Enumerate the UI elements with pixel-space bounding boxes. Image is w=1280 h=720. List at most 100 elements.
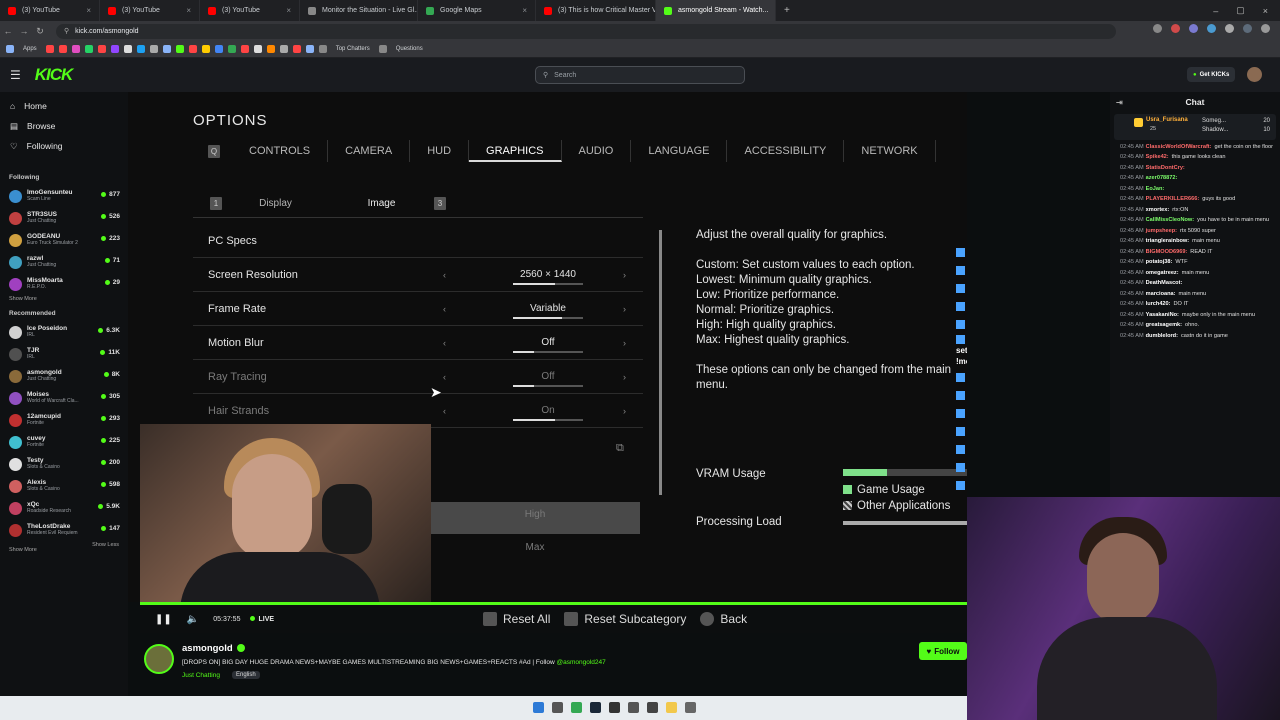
extension-icon[interactable]	[1225, 24, 1234, 33]
folder-icon[interactable]	[666, 702, 677, 713]
chat-username[interactable]: BIGMOOD6969:	[1146, 249, 1188, 255]
nav-following[interactable]: ♡ Following	[0, 136, 128, 156]
chat-username[interactable]: CallMissCleoNow:	[1146, 217, 1195, 223]
bookmark-questions[interactable]: Questions	[396, 46, 423, 52]
chat-username[interactable]: omegatreez:	[1146, 270, 1179, 276]
app-icon[interactable]	[609, 702, 620, 713]
channel-item[interactable]: ImoGensunteu Scam Line 877	[0, 186, 128, 208]
bookmark-icon[interactable]	[110, 45, 119, 53]
collapse-chat-icon[interactable]: ⇥	[1116, 98, 1123, 107]
chat-username[interactable]: trianglerainbow:	[1146, 238, 1190, 244]
url-field[interactable]: ⚲ kick.com/asmongold	[56, 23, 1116, 39]
follow-button[interactable]: ♥ Follow	[919, 642, 967, 660]
chat-username[interactable]: greatsagemk:	[1146, 322, 1182, 328]
chat-username[interactable]: potatoj38:	[1146, 259, 1173, 265]
quality-max[interactable]: Max	[430, 542, 640, 553]
bookmark-icon[interactable]	[214, 45, 223, 53]
channel-item[interactable]: Testy Slots & Casino 200	[0, 454, 128, 476]
arrow-right-icon[interactable]: ›	[623, 270, 626, 280]
subtab-display[interactable]: Display	[222, 198, 329, 209]
kick-logo[interactable]: KICK	[35, 65, 74, 85]
reset-subcategory-button[interactable]: Reset Subcategory	[564, 612, 686, 627]
minimize-icon[interactable]: –	[1213, 6, 1218, 16]
back-button[interactable]: Back	[700, 612, 747, 627]
bookmark-icon[interactable]	[292, 45, 301, 53]
setting-row[interactable]: Screen Resolution ‹ 2560 × 1440 ›	[193, 258, 643, 292]
arrow-left-icon[interactable]: ‹	[443, 338, 446, 348]
forward-icon[interactable]: →	[16, 26, 32, 36]
nav-browse[interactable]: ▤ Browse	[0, 116, 128, 136]
arrow-right-icon[interactable]: ›	[623, 304, 626, 314]
bookmark-apps[interactable]: Apps	[23, 46, 37, 52]
external-link-icon[interactable]: ⧉	[616, 442, 624, 455]
user-avatar[interactable]	[1247, 67, 1262, 82]
apps-icon[interactable]	[6, 45, 14, 53]
nav-home[interactable]: ⌂ Home	[0, 96, 128, 116]
tab-close-icon[interactable]: ×	[86, 6, 91, 15]
app-icon[interactable]	[628, 702, 639, 713]
bookmark-icon[interactable]	[305, 45, 314, 53]
search-icon[interactable]	[552, 702, 563, 713]
chat-username[interactable]: Spike42:	[1146, 154, 1169, 160]
show-more-button[interactable]: Show More	[0, 296, 128, 308]
browser-tab[interactable]: Google Maps ×	[418, 0, 536, 21]
setting-row[interactable]: Frame Rate ‹ Variable ›	[193, 292, 643, 326]
volume-icon[interactable]: 🔈	[187, 614, 199, 625]
setting-row[interactable]: Ray Tracing ‹ Off ›	[193, 360, 643, 394]
chat-username[interactable]: ClassicWorldOfWarcraft:	[1146, 144, 1212, 150]
game-tab-graphics[interactable]: GRAPHICS	[469, 140, 562, 162]
browser-tab[interactable]: Monitor the Situation - Live Gl...×	[300, 0, 418, 21]
arrow-right-icon[interactable]: ›	[623, 372, 626, 382]
setting-row[interactable]: Motion Blur ‹ Off ›	[193, 326, 643, 360]
pause-icon[interactable]: ❚❚	[155, 614, 172, 625]
chat-username[interactable]: EoJan:	[1146, 186, 1165, 192]
profile-icon[interactable]	[1243, 24, 1252, 33]
hamburger-menu-icon[interactable]: ☰	[10, 68, 21, 82]
channel-item[interactable]: GODEANU Euro Truck Simulator 2 223	[0, 230, 128, 252]
streamer-name[interactable]: asmongold	[182, 643, 245, 654]
tab-close-icon[interactable]: ×	[186, 6, 191, 15]
browser-tab[interactable]: (3) YouTube ×	[100, 0, 200, 21]
game-tab-controls[interactable]: CONTROLS	[232, 140, 329, 162]
channel-item[interactable]: STR3SUS Just Chatting 526	[0, 208, 128, 230]
maximize-icon[interactable]: ▢	[1236, 5, 1245, 16]
channel-item[interactable]: cuvey Fortnite 225	[0, 432, 128, 454]
bookmark-icon[interactable]	[45, 45, 54, 53]
bookmark-icon[interactable]	[227, 45, 236, 53]
bookmark-icon[interactable]	[149, 45, 158, 53]
app-icon[interactable]	[685, 702, 696, 713]
bookmark-icon[interactable]	[266, 45, 275, 53]
game-tab-network[interactable]: NETWORK	[844, 140, 936, 162]
channel-item[interactable]: Ice Poseidon IRL 6.3K	[0, 322, 128, 344]
chat-username[interactable]: DeathMascot:	[1146, 280, 1183, 286]
game-tab-hud[interactable]: HUD	[410, 140, 470, 162]
arrow-right-icon[interactable]: ›	[623, 406, 626, 416]
channel-item[interactable]: TheLostDrake Resident Evil Requiem 147	[0, 520, 128, 542]
game-tab-accessibility[interactable]: ACCESSIBILITY	[727, 140, 845, 162]
bookmark-icon[interactable]	[188, 45, 197, 53]
chrome-icon[interactable]	[571, 702, 582, 713]
arrow-left-icon[interactable]: ‹	[443, 304, 446, 314]
setting-row[interactable]: Hair Strands ‹ On ›	[193, 394, 643, 428]
channel-item[interactable]: TJR IRL 11K	[0, 344, 128, 366]
bookmark-top-chatters[interactable]: Top Chatters	[336, 46, 370, 52]
questions-icon[interactable]	[378, 45, 387, 53]
bookmark-icon[interactable]	[253, 45, 262, 53]
top-gifter-name[interactable]: Usra_Furisana	[1146, 117, 1188, 123]
channel-item[interactable]: 12amcupid Fortnite 293	[0, 410, 128, 432]
app-icon[interactable]	[647, 702, 658, 713]
bookmark-icon[interactable]	[97, 45, 106, 53]
tab-close-icon[interactable]: ×	[286, 6, 291, 15]
bookmark-icon[interactable]	[162, 45, 171, 53]
game-tab-language[interactable]: LANGUAGE	[631, 140, 728, 162]
get-kicks-button[interactable]: ● Get KICKs	[1187, 67, 1236, 82]
bookmark-icon[interactable]	[279, 45, 288, 53]
show-more-recommended-button[interactable]: Show More	[0, 547, 37, 553]
bookmark-icon[interactable]	[201, 45, 210, 53]
bookmark-icon[interactable]	[123, 45, 132, 53]
game-tab-camera[interactable]: CAMERA	[328, 140, 411, 162]
bookmark-icon[interactable]	[175, 45, 184, 53]
browser-tab[interactable]: (3) YouTube ×	[200, 0, 300, 21]
stream-category[interactable]: Just Chatting	[182, 672, 220, 679]
chat-username[interactable]: marcioana:	[1146, 291, 1176, 297]
